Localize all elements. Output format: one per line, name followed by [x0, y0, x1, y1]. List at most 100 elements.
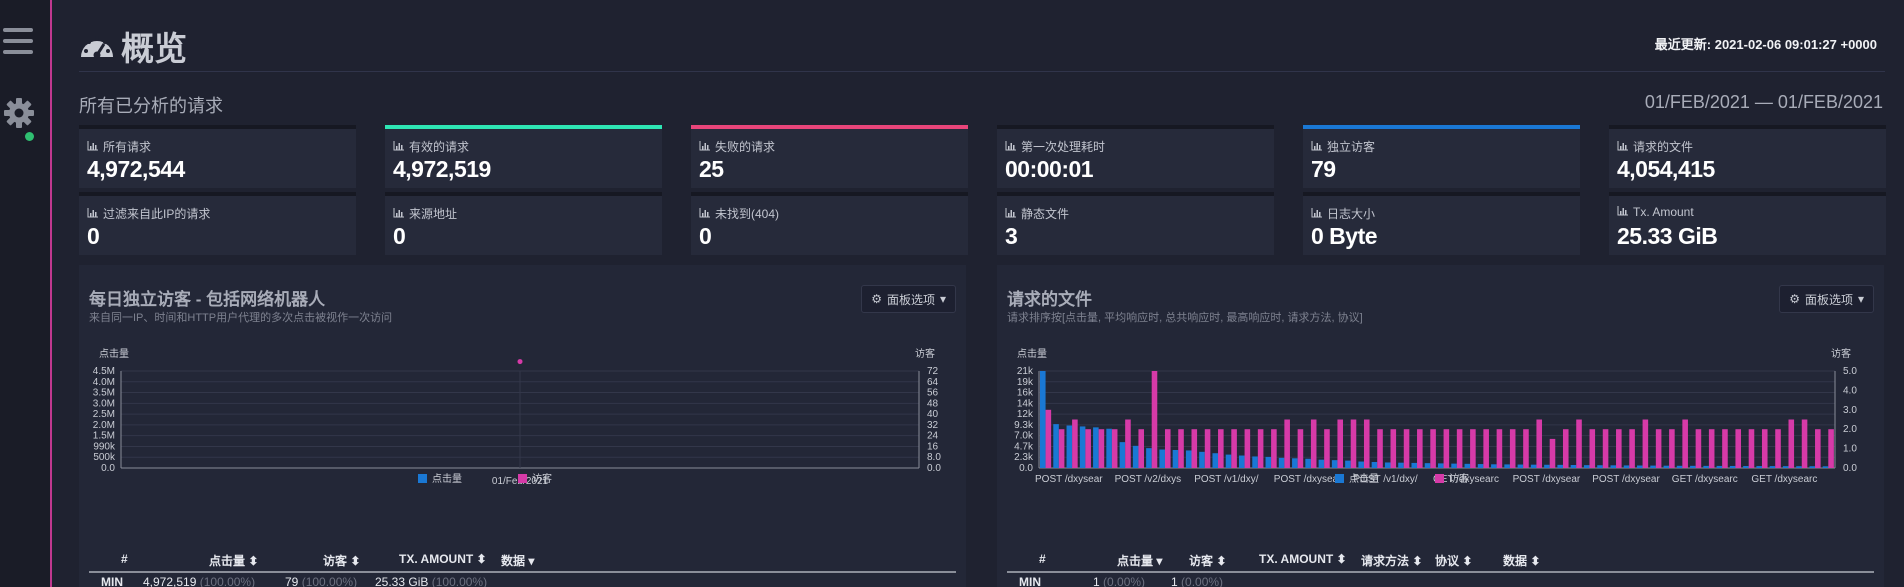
- y2-tick-label: 0.0: [1843, 463, 1857, 474]
- stat-value: 0: [87, 223, 100, 249]
- stat-label: 静态文件: [1005, 205, 1069, 222]
- gear-icon[interactable]: [3, 97, 35, 129]
- bar-visitors: [1828, 429, 1834, 468]
- menu-icon[interactable]: [3, 28, 33, 58]
- bar-chart-icon: [87, 207, 99, 221]
- bar-visitors: [1775, 429, 1781, 468]
- bar-chart-icon: [1005, 140, 1017, 154]
- panel-options-button[interactable]: ⚙ 面板选项 ▾: [861, 285, 956, 313]
- stat-card: 第一次处理耗时 00:00:01: [997, 125, 1274, 188]
- y2-tick-label: 72: [927, 366, 939, 377]
- bar-visitors: [1669, 429, 1675, 468]
- x-tick-label: POST /dxysear: [1592, 474, 1660, 485]
- y-tick-label: 3.5M: [93, 388, 115, 399]
- bar-hits: [1093, 427, 1099, 468]
- y2-tick-label: 4.0: [1843, 385, 1857, 396]
- stat-value: 25.33 GiB: [1617, 223, 1718, 249]
- row-visitors-value: 79: [285, 575, 299, 587]
- bar-visitors: [1403, 429, 1410, 468]
- bar-hits: [1438, 463, 1444, 468]
- th-data[interactable]: 数据 ▾: [501, 552, 534, 569]
- bar-hits: [1265, 456, 1272, 468]
- bar-hits: [1570, 464, 1577, 468]
- files-chart: 点击量 访客0.02.3k4.7k7.0k9.3k12k14k16k19k21k0…: [1014, 347, 1857, 485]
- stat-label: 所有请求: [87, 138, 151, 155]
- point-visitors: [517, 359, 523, 365]
- panel-daily-visitors: 每日独立访客 - 包括网络机器人 来自同一IP、时间和HTTP用户代理的多次点击…: [79, 265, 966, 587]
- y2-axis-label: 访客: [1831, 347, 1851, 360]
- stat-card: 请求的文件 4,054,415: [1609, 125, 1886, 188]
- y-tick-label: 500k: [93, 452, 116, 463]
- bar-visitors: [1151, 371, 1158, 468]
- row-label: MIN: [101, 575, 123, 587]
- bar-hits: [1411, 462, 1418, 468]
- th-visitors[interactable]: 访客 ⬍: [1189, 552, 1226, 569]
- bar-hits: [1053, 424, 1059, 468]
- th-data[interactable]: 数据 ⬍: [1503, 552, 1540, 569]
- bar-hits: [1384, 462, 1391, 468]
- stat-card: 失败的请求 25: [691, 125, 968, 188]
- y2-tick-label: 32: [927, 420, 939, 431]
- bar-chart-icon: [87, 140, 99, 154]
- th-tx[interactable]: TX. AMOUNT ⬍: [1259, 552, 1347, 566]
- stat-card: 未找到(404) 0: [691, 192, 968, 255]
- x-tick-label: GET /dxysearc: [1751, 474, 1817, 485]
- th-method[interactable]: 请求方法 ⬍: [1361, 552, 1422, 569]
- legend-swatch-hits: [418, 474, 427, 483]
- stat-label-text: 未找到(404): [715, 207, 780, 221]
- bar-visitors: [1218, 429, 1224, 468]
- y2-tick-label: 3.0: [1843, 405, 1857, 416]
- bar-visitors: [1191, 429, 1198, 468]
- stat-label: 第一次处理耗时: [1005, 138, 1105, 155]
- bar-hits: [1212, 453, 1219, 468]
- bar-visitors: [1509, 429, 1516, 468]
- bar-visitors: [1536, 419, 1543, 468]
- last-updated: 最近更新: 2021-02-06 09:01:27 +0000: [1654, 37, 1877, 52]
- row-visitors-value: 1: [1171, 575, 1178, 587]
- stat-label: 来源地址: [393, 205, 457, 222]
- section-subtitle: 所有已分析的请求: [79, 96, 223, 116]
- bar-chart-icon: [699, 207, 711, 221]
- row-tx: 25.33 GiB (100.00%): [375, 575, 487, 587]
- th-visitors[interactable]: 访客 ⬍: [323, 552, 360, 569]
- stat-value: 79: [1311, 156, 1336, 182]
- bar-hits: [1371, 461, 1378, 468]
- bar-visitors: [1642, 419, 1649, 468]
- row-label: MIN: [1019, 575, 1041, 587]
- stat-value: 00:00:01: [1005, 156, 1094, 182]
- th-hits[interactable]: 点击量 ⬍: [209, 552, 258, 569]
- stat-label: Tx. Amount: [1617, 205, 1694, 219]
- panel-options-label: 面板选项: [886, 292, 935, 307]
- panel-options-button[interactable]: ⚙ 面板选项 ▾: [1779, 285, 1874, 313]
- bar-hits: [1796, 466, 1802, 468]
- bar-visitors: [1297, 429, 1304, 468]
- y-tick-label: 12k: [1017, 409, 1034, 420]
- bar-hits: [1583, 465, 1590, 468]
- th-protocol[interactable]: 协议 ⬍: [1435, 552, 1472, 569]
- y2-tick-label: 56: [927, 388, 939, 399]
- y2-tick-label: 1.0: [1843, 444, 1857, 455]
- bar-hits: [1477, 464, 1484, 468]
- status-dot: [25, 132, 34, 141]
- bar-visitors: [1257, 429, 1264, 468]
- bar-hits: [1199, 451, 1205, 468]
- stat-card: 静态文件 3: [997, 192, 1274, 255]
- bar-visitors: [1310, 419, 1317, 468]
- legend-swatch-visitors: [1435, 474, 1444, 483]
- bar-hits: [1278, 457, 1285, 468]
- th-tx[interactable]: TX. AMOUNT ⬍: [399, 552, 487, 566]
- y-tick-label: 3.0M: [93, 398, 115, 409]
- stat-value: 3: [1005, 223, 1018, 249]
- bar-visitors: [1417, 429, 1423, 468]
- y-tick-label: 4.5M: [93, 366, 115, 377]
- stat-value: 4,972,544: [87, 156, 185, 182]
- bar-hits: [1424, 463, 1431, 468]
- bar-hits: [1610, 465, 1617, 468]
- bar-visitors: [1549, 438, 1556, 468]
- row-hits: 1 (0.00%): [1093, 575, 1145, 587]
- bar-hits: [1623, 465, 1630, 468]
- bar-hits: [1597, 465, 1603, 468]
- bar-hits: [1172, 449, 1179, 468]
- th-hits[interactable]: 点击量 ▾: [1117, 552, 1162, 569]
- main-content: 概览 最近更新: 2021-02-06 09:01:27 +0000 所有已分析…: [79, 0, 1886, 587]
